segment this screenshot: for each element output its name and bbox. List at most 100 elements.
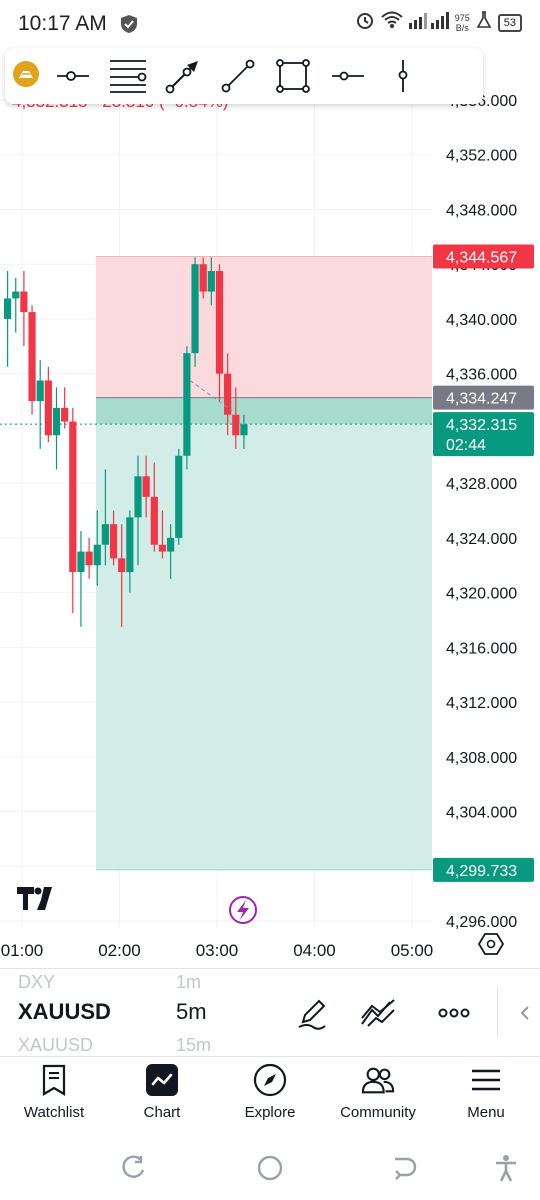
chart-area[interactable]: 4,356.0004,352.0004,348.0004,344.0004,34… xyxy=(0,48,540,968)
nav-label: Watchlist xyxy=(23,1104,85,1121)
net-speed-unit: B/s xyxy=(455,22,469,33)
divider xyxy=(497,987,498,1037)
chevron-left-icon[interactable] xyxy=(510,991,540,1035)
candle[interactable] xyxy=(28,312,36,402)
price-axis-label: 4,308.000 xyxy=(446,750,517,767)
more-icon[interactable] xyxy=(432,991,476,1035)
rectangle-icon[interactable] xyxy=(265,48,320,104)
timeframe-next[interactable]: 15m xyxy=(176,1035,211,1056)
timeframe-prev[interactable]: 1m xyxy=(176,972,201,993)
last-price-tag: 4,332.315 xyxy=(446,417,517,434)
stop-loss-zone[interactable] xyxy=(96,256,432,398)
chart-icon xyxy=(145,1063,179,1097)
candle[interactable] xyxy=(69,421,77,573)
price-axis-label: 4,316.000 xyxy=(446,640,517,657)
status-bar: 10:17 AM 975 B/s 53 xyxy=(0,0,540,48)
candle[interactable] xyxy=(240,424,248,436)
symbol-prev[interactable]: DXY xyxy=(18,972,55,993)
horizontal-ray-icon[interactable] xyxy=(45,48,100,104)
net-speed: 975 B/s xyxy=(455,13,470,33)
chart-settings-icon[interactable] xyxy=(477,933,505,955)
price-axis-label: 4,296.000 xyxy=(446,914,517,931)
nav-watchlist[interactable]: Watchlist xyxy=(0,1057,108,1137)
price-axis-label: 4,352.000 xyxy=(446,148,517,165)
system-nav xyxy=(0,1136,540,1200)
nav-explore[interactable]: Explore xyxy=(216,1057,324,1137)
candle[interactable] xyxy=(183,353,191,456)
vertical-line-icon[interactable] xyxy=(375,48,430,104)
fib-retracement-icon[interactable] xyxy=(100,48,155,104)
compass-icon xyxy=(253,1063,287,1097)
timeframe-selector[interactable]: 5m xyxy=(176,999,207,1025)
candle[interactable] xyxy=(199,264,207,292)
nav-community[interactable]: Community xyxy=(324,1057,432,1137)
horizontal-line-icon[interactable] xyxy=(320,48,375,104)
clock: 10:17 AM xyxy=(18,12,107,35)
candle[interactable] xyxy=(158,544,167,552)
candle[interactable] xyxy=(191,264,199,354)
nav-chart[interactable]: Chart xyxy=(108,1057,216,1137)
back-icon[interactable] xyxy=(386,1150,422,1186)
candle[interactable] xyxy=(77,551,85,573)
symbol-logo[interactable] xyxy=(13,61,39,87)
price-axis-label: 4,320.000 xyxy=(446,586,517,603)
candle[interactable] xyxy=(109,524,118,559)
net-speed-value: 975 xyxy=(454,12,470,23)
price-axis-label: 4,336.000 xyxy=(446,367,517,384)
nav-label: Community xyxy=(340,1104,416,1121)
candle[interactable] xyxy=(4,298,12,319)
candle[interactable] xyxy=(167,537,175,552)
arrow-line-icon[interactable] xyxy=(155,48,210,104)
candle[interactable] xyxy=(134,476,142,518)
candle[interactable] xyxy=(142,476,150,497)
alarm-icon xyxy=(355,10,375,35)
price-chart[interactable]: 4,356.0004,352.0004,348.0004,344.0004,34… xyxy=(0,48,540,968)
shield-icon xyxy=(120,14,138,39)
candle[interactable] xyxy=(85,551,93,566)
lab-icon xyxy=(476,11,492,34)
candle[interactable] xyxy=(52,407,61,436)
entry-price-tag: 4,334.247 xyxy=(446,391,517,408)
candle[interactable] xyxy=(93,544,101,566)
watchlist-icon xyxy=(37,1063,71,1097)
candle[interactable] xyxy=(44,380,52,436)
candle[interactable] xyxy=(101,524,109,545)
bottom-nav: Watchlist Chart Explore Community Menu xyxy=(0,1056,540,1136)
candle[interactable] xyxy=(20,291,28,313)
candle[interactable] xyxy=(36,380,44,402)
indicators-icon[interactable] xyxy=(356,991,400,1035)
drawing-toolbar[interactable] xyxy=(5,48,483,104)
symbol-bar: DXY XAUUSD XAUUSD 1m 5m 15m xyxy=(0,968,540,1056)
time-axis-label: 03:00 xyxy=(196,941,239,960)
candle[interactable] xyxy=(175,455,183,538)
pen-icon[interactable] xyxy=(290,991,334,1035)
logo-t xyxy=(17,887,34,910)
community-icon xyxy=(361,1063,395,1097)
candle[interactable] xyxy=(224,373,232,415)
candle[interactable] xyxy=(12,291,20,299)
trend-line-icon[interactable] xyxy=(210,48,265,104)
time-axis-label: 01:00 xyxy=(1,941,44,960)
price-axis-label: 4,340.000 xyxy=(446,312,517,329)
signal-icon xyxy=(408,11,449,34)
logo-dot xyxy=(34,887,42,895)
wifi-icon xyxy=(381,11,403,34)
accessibility-icon[interactable] xyxy=(488,1150,524,1186)
candle[interactable] xyxy=(61,407,69,422)
candle[interactable] xyxy=(232,414,240,436)
candle[interactable] xyxy=(118,558,126,573)
nav-menu[interactable]: Menu xyxy=(432,1057,540,1137)
recents-icon[interactable] xyxy=(116,1150,152,1186)
symbol-next[interactable]: XAUUSD xyxy=(18,1035,93,1056)
candle[interactable] xyxy=(215,271,224,374)
symbol-selector[interactable]: XAUUSD xyxy=(18,999,111,1025)
last-price-tag: 02:44 xyxy=(446,437,486,454)
price-axis-label: 4,348.000 xyxy=(446,202,517,219)
home-icon[interactable] xyxy=(252,1150,288,1186)
candle[interactable] xyxy=(207,271,215,292)
stop-price-tag: 4,344.567 xyxy=(446,249,517,266)
time-axis-label: 05:00 xyxy=(391,941,434,960)
candle[interactable] xyxy=(126,517,134,573)
battery-level: 53 xyxy=(503,16,516,29)
candle[interactable] xyxy=(150,496,158,545)
